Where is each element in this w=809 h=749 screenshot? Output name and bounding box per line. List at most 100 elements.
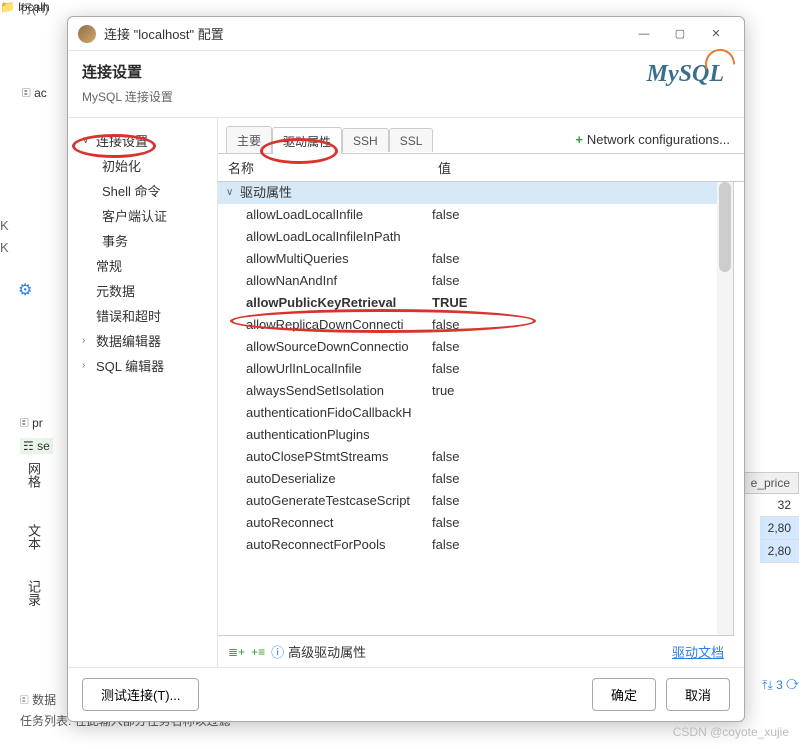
nav-item-label: 常规 [96,256,122,275]
right-pane: 主要驱动属性SSHSSL+Network configurations... 名… [218,118,744,667]
nav-item[interactable]: 客户端认证 [74,203,217,228]
nav-item[interactable]: ∨连接设置 [74,128,217,153]
property-body[interactable]: ∨驱动属性allowLoadLocalInfilefalseallowLoadL… [218,182,733,572]
property-row[interactable]: autoReconnectfalse [218,512,733,534]
property-value[interactable]: false [428,534,733,556]
info-icon: ⓘ [271,642,284,661]
property-name: allowNanAndInf [218,270,428,292]
property-value[interactable]: TRUE [428,292,733,314]
property-value[interactable] [428,226,733,248]
property-row[interactable]: allowReplicaDownConnectifalse [218,314,733,336]
tab-SSH[interactable]: SSH [342,128,389,152]
property-value[interactable]: false [428,358,733,380]
header-title: 连接设置 [82,61,173,82]
title-bar: 连接 "localhost" 配置 — ▢ ✕ [68,17,744,51]
property-row[interactable]: autoReconnectForPoolsfalse [218,534,733,556]
dialog-title: 连接 "localhost" 配置 [104,24,626,43]
bg-pager[interactable]: ⤒⤓ 3 ⟳ [762,678,799,693]
plus-icon: + [575,132,583,147]
dialog-body: ∨连接设置初始化Shell 命令客户端认证事务 常规 元数据 错误和超时›数据编… [68,118,744,667]
property-value[interactable] [428,402,733,424]
cancel-button[interactable]: 取消 [666,678,730,711]
tabs-row: 主要驱动属性SSHSSL +Network configurations... [218,118,744,154]
test-connection-button[interactable]: 测试连接(T)... [82,678,199,711]
property-value[interactable]: false [428,490,733,512]
driver-docs-link[interactable]: 驱动文档 [672,642,724,661]
bg-se: ☶ se [20,438,53,454]
nav-item[interactable]: 元数据 [74,278,217,303]
nav-item-label: 错误和超时 [96,306,161,325]
nav-item-label: 元数据 [96,281,135,300]
nav-item[interactable]: 事务 [74,228,217,253]
scrollbar[interactable] [717,182,733,635]
watermark: CSDN @coyote_xujie [673,725,789,739]
property-value[interactable]: false [428,204,733,226]
gear-icon: ⚙ [18,280,32,300]
property-value[interactable]: false [428,314,733,336]
property-row[interactable]: autoGenerateTestcaseScriptfalse [218,490,733,512]
property-value[interactable]: false [428,336,733,358]
property-row[interactable]: allowSourceDownConnectiofalse [218,336,733,358]
nav-item[interactable]: Shell 命令 [74,178,217,203]
nav-item-label: 数据编辑器 [96,331,161,350]
bg-right-values: 32 2,80 2,80 [760,494,799,563]
property-name: autoReconnectForPools [218,534,428,556]
property-value[interactable]: false [428,512,733,534]
bg-vert-record: 记录 [24,580,43,606]
nav-item[interactable]: 错误和超时 [74,303,217,328]
network-config-button[interactable]: +Network configurations... [575,132,730,147]
chevron-down-icon: ∨ [226,182,240,204]
dialog-header: 连接设置 MySQL 连接设置 MySQL [68,51,744,118]
property-row[interactable]: allowMultiQueriesfalse [218,248,733,270]
bg-vert-text: 文本 [24,524,43,550]
property-value[interactable] [428,424,733,446]
property-row[interactable]: autoDeserializefalse [218,468,733,490]
scrollbar-thumb[interactable] [719,182,731,272]
property-row[interactable]: allowNanAndInffalse [218,270,733,292]
ok-button[interactable]: 确定 [592,678,656,711]
property-footer: ≣+ +≡ ⓘ 高级驱动属性 驱动文档 [218,635,734,667]
property-value[interactable]: true [428,380,733,402]
minimize-button[interactable]: — [626,20,662,48]
add-row-icon[interactable]: +≡ [251,645,265,659]
property-group[interactable]: ∨驱动属性 [218,182,733,204]
property-row[interactable]: allowLoadLocalInfileInPath [218,226,733,248]
close-button[interactable]: ✕ [698,20,734,48]
bg-pr: 🗉 pr [20,414,43,435]
header-subtitle: MySQL 连接设置 [82,88,173,105]
nav-item[interactable]: 常规 [74,253,217,278]
property-row[interactable]: allowLoadLocalInfilefalse [218,204,733,226]
nav-item[interactable]: ›SQL 编辑器 [74,353,217,378]
maximize-button[interactable]: ▢ [662,20,698,48]
property-value[interactable]: false [428,468,733,490]
property-value[interactable]: false [428,248,733,270]
property-row[interactable]: autoClosePStmtStreamsfalse [218,446,733,468]
bg-k2: K [0,240,9,255]
property-row[interactable]: allowUrlInLocalInfilefalse [218,358,733,380]
property-name: allowMultiQueries [218,248,428,270]
nav-item-label: Shell 命令 [102,181,161,200]
dialog-footer: 测试连接(T)... 确定 取消 [68,667,744,721]
property-value[interactable]: false [428,270,733,292]
property-value[interactable]: false [428,446,733,468]
property-row[interactable]: alwaysSendSetIsolationtrue [218,380,733,402]
tab-SSL[interactable]: SSL [389,128,434,152]
add-icon[interactable]: ≣+ [228,645,245,659]
nav-tree: ∨连接设置初始化Shell 命令客户端认证事务 常规 元数据 错误和超时›数据编… [68,118,218,667]
property-name: authenticationFidoCallbackH [218,402,428,424]
mysql-logo-icon: MySQL [647,61,730,88]
app-icon [78,25,96,43]
tab-主要[interactable]: 主要 [226,126,272,153]
property-name: allowLoadLocalInfile [218,204,428,226]
nav-item-label: SQL 编辑器 [96,356,164,375]
chevron-icon: › [82,335,96,346]
nav-item[interactable]: 初始化 [74,153,217,178]
bg-col-header: e_price [742,472,799,494]
nav-item-label: 初始化 [102,156,141,175]
property-row[interactable]: authenticationFidoCallbackH [218,402,733,424]
property-row[interactable]: authenticationPlugins [218,424,733,446]
nav-item[interactable]: ›数据编辑器 [74,328,217,353]
property-row[interactable]: allowPublicKeyRetrievalTRUE [218,292,733,314]
property-name: autoGenerateTestcaseScript [218,490,428,512]
tab-驱动属性[interactable]: 驱动属性 [272,127,342,154]
